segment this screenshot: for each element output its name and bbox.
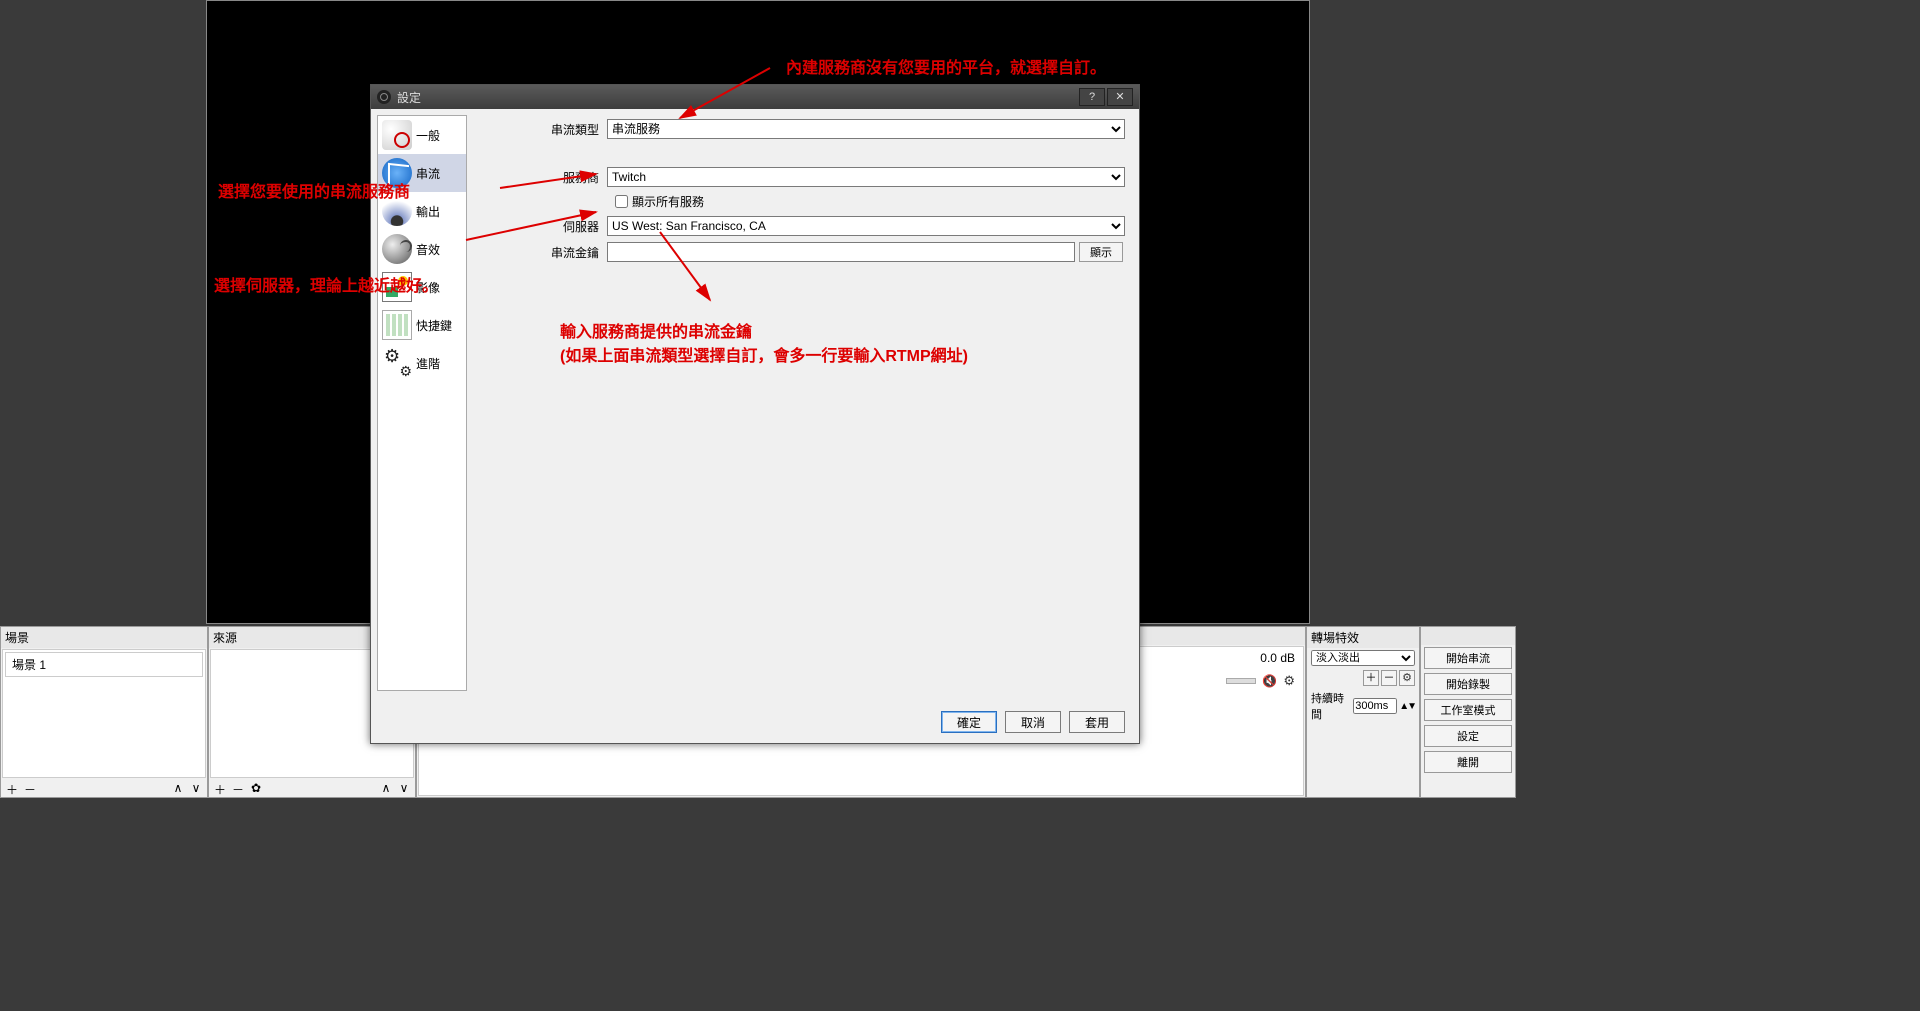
scenes-title: 場景 — [1, 627, 207, 648]
stream-type-label: 串流類型 — [487, 121, 607, 138]
sidebar-label: 進階 — [416, 355, 440, 372]
help-button[interactable]: ? — [1079, 88, 1105, 106]
sidebar-item-video[interactable]: 影像 — [378, 268, 466, 306]
start-record-button[interactable]: 開始錄製 — [1424, 673, 1512, 695]
add-scene-button[interactable]: ＋ — [5, 781, 19, 795]
dialog-title: 設定 — [397, 89, 421, 106]
settings-dialog: 設定 ? ✕ 一般 串流 輸出 音效 影像 快捷鍵 進階 串流類型 串流服務 服… — [370, 84, 1140, 744]
studio-mode-button[interactable]: 工作室模式 — [1424, 699, 1512, 721]
duration-input[interactable] — [1353, 698, 1397, 714]
mute-icon[interactable]: 🔇 — [1262, 674, 1277, 688]
stream-key-input[interactable] — [607, 242, 1075, 262]
close-button[interactable]: ✕ — [1107, 88, 1133, 106]
output-icon — [382, 196, 412, 226]
source-props-button[interactable]: ✿ — [249, 781, 263, 795]
video-icon — [382, 272, 412, 302]
stream-type-select[interactable]: 串流服務 — [607, 119, 1125, 139]
show-all-checkbox[interactable] — [615, 195, 628, 208]
transitions-title: 轉場特效 — [1307, 627, 1419, 648]
start-stream-button[interactable]: 開始串流 — [1424, 647, 1512, 669]
ok-button[interactable]: 確定 — [941, 711, 997, 733]
transition-props-button[interactable]: ⚙ — [1399, 670, 1415, 686]
audio-icon — [382, 234, 412, 264]
mixer-gear-icon[interactable]: ⚙ — [1283, 673, 1295, 689]
transitions-dock: 轉場特效 淡入淡出 ＋ － ⚙ 持續時間 ▲▼ — [1306, 626, 1420, 798]
sidebar-item-output[interactable]: 輸出 — [378, 192, 466, 230]
mixer-slider[interactable] — [1226, 678, 1256, 684]
obs-icon — [377, 90, 391, 104]
source-up-button[interactable]: ∧ — [379, 781, 393, 795]
settings-button[interactable]: 設定 — [1424, 725, 1512, 747]
remove-scene-button[interactable]: － — [23, 781, 37, 795]
sidebar-label: 輸出 — [416, 203, 440, 220]
add-source-button[interactable]: ＋ — [213, 781, 227, 795]
sidebar-label: 音效 — [416, 241, 440, 258]
show-all-label: 顯示所有服務 — [632, 193, 704, 210]
settings-content: 串流類型 串流服務 服務商 Twitch 顯示所有服務 伺服器 US West:… — [473, 109, 1139, 743]
duration-stepper[interactable]: ▲▼ — [1399, 701, 1415, 712]
general-icon — [382, 120, 412, 150]
controls-dock: 開始串流 開始錄製 工作室模式 設定 離開 — [1420, 626, 1516, 798]
server-label: 伺服器 — [487, 218, 607, 235]
hotkey-icon — [382, 310, 412, 340]
scene-down-button[interactable]: ∨ — [189, 781, 203, 795]
dialog-titlebar[interactable]: 設定 ? ✕ — [371, 85, 1139, 109]
service-select[interactable]: Twitch — [607, 167, 1125, 187]
duration-label: 持續時間 — [1311, 690, 1351, 722]
scene-up-button[interactable]: ∧ — [171, 781, 185, 795]
sidebar-label: 一般 — [416, 127, 440, 144]
server-select[interactable]: US West: San Francisco, CA — [607, 216, 1125, 236]
stream-icon — [382, 158, 412, 188]
settings-sidebar: 一般 串流 輸出 音效 影像 快捷鍵 進階 — [371, 109, 473, 743]
service-label: 服務商 — [487, 169, 607, 186]
source-down-button[interactable]: ∨ — [397, 781, 411, 795]
transition-remove-button[interactable]: － — [1381, 670, 1397, 686]
transition-add-button[interactable]: ＋ — [1363, 670, 1379, 686]
apply-button[interactable]: 套用 — [1069, 711, 1125, 733]
remove-source-button[interactable]: － — [231, 781, 245, 795]
exit-button[interactable]: 離開 — [1424, 751, 1512, 773]
sidebar-item-advanced[interactable]: 進階 — [378, 344, 466, 382]
cancel-button[interactable]: 取消 — [1005, 711, 1061, 733]
sidebar-label: 快捷鍵 — [416, 317, 452, 334]
transition-select[interactable]: 淡入淡出 — [1311, 650, 1415, 666]
advanced-icon — [382, 348, 412, 378]
scene-item[interactable]: 場景 1 — [5, 652, 203, 677]
sidebar-label: 串流 — [416, 165, 440, 182]
scenes-dock: 場景 場景 1 ＋ － ∧ ∨ — [0, 626, 208, 798]
sidebar-item-hotkeys[interactable]: 快捷鍵 — [378, 306, 466, 344]
stream-key-label: 串流金鑰 — [487, 244, 607, 261]
sidebar-item-stream[interactable]: 串流 — [378, 154, 466, 192]
sidebar-label: 影像 — [416, 279, 440, 296]
mixer-db: 0.0 dB — [1260, 651, 1295, 665]
show-key-button[interactable]: 顯示 — [1079, 242, 1123, 262]
sidebar-item-audio[interactable]: 音效 — [378, 230, 466, 268]
sidebar-item-general[interactable]: 一般 — [378, 116, 466, 154]
